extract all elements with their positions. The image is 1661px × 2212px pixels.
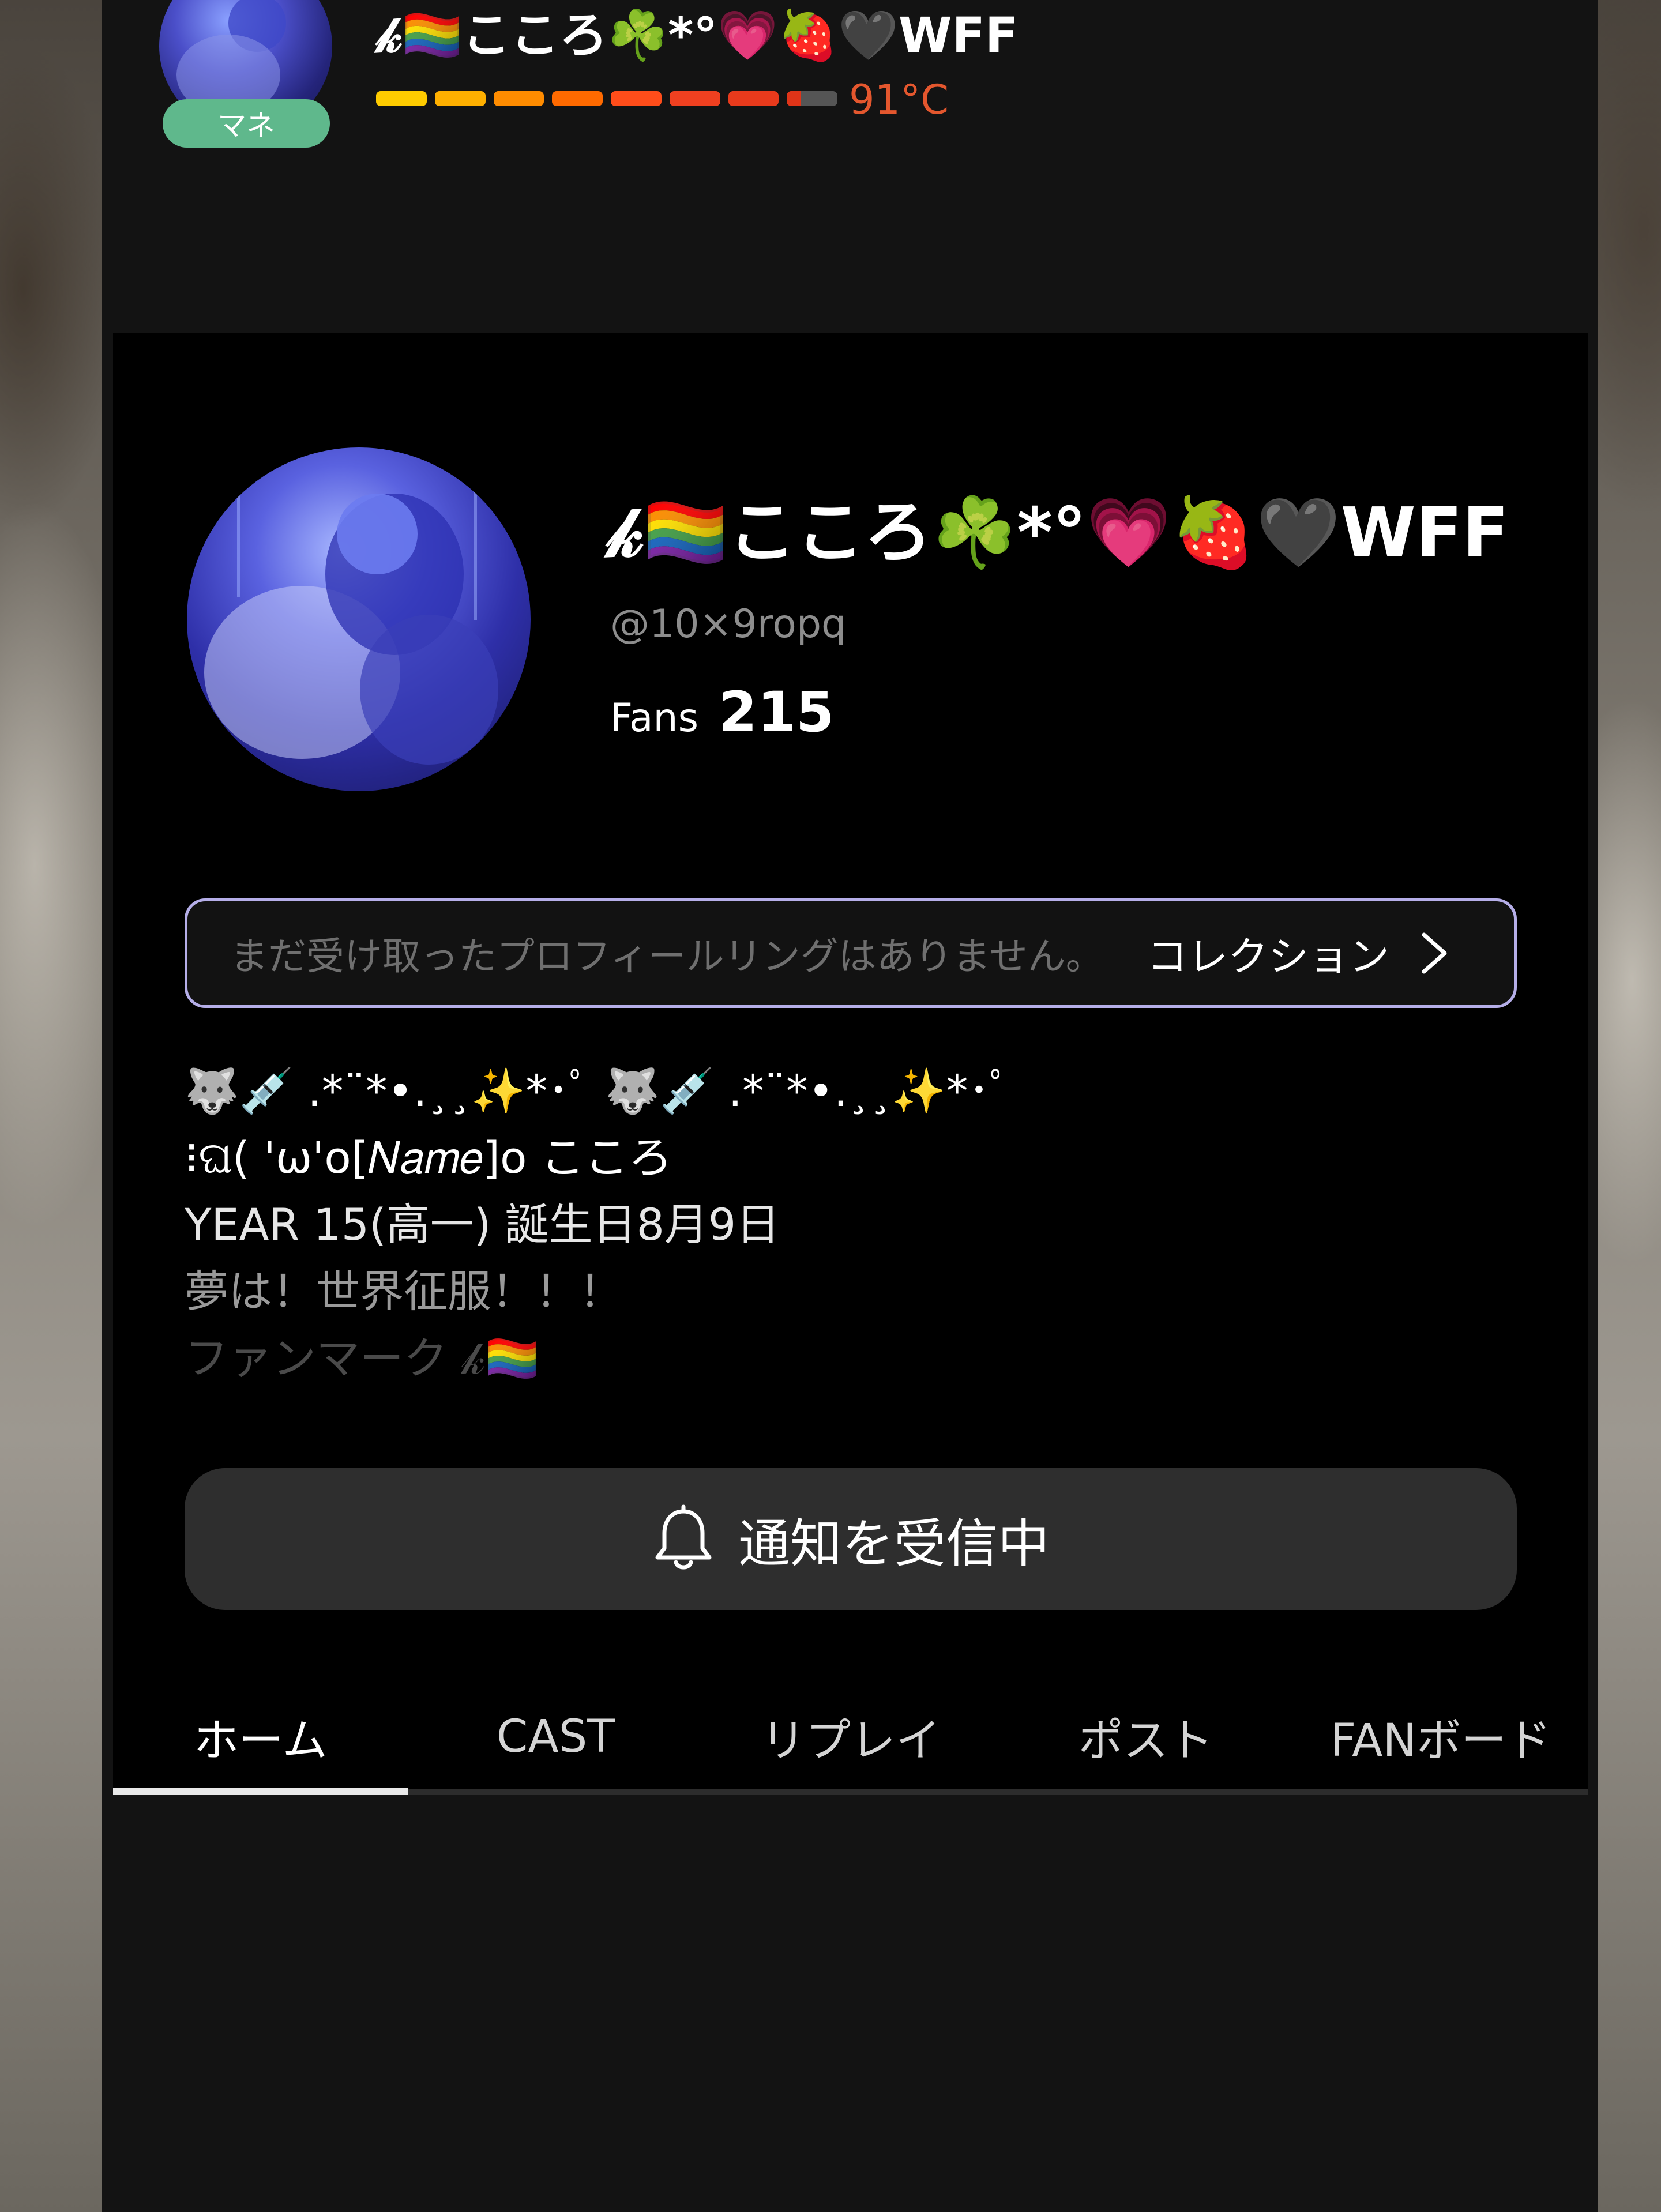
profile-panel: マネ 𝓀🏳️‍🌈こころ☘️*°💗🍓🖤WFF 91°C 𝓀🏳️‍🌈こころ☘️*°💗… xyxy=(102,0,1598,2212)
fans-count-row[interactable]: Fans 215 xyxy=(610,680,835,760)
fans-label: Fans xyxy=(610,695,699,741)
user-handle: @10×9ropq xyxy=(610,601,847,647)
heat-bar-segment xyxy=(376,91,427,106)
heat-bar-segment xyxy=(434,91,486,106)
notification-button[interactable]: 通知を受信中 xyxy=(185,1468,1517,1610)
tab-cast[interactable]: CAST xyxy=(408,1685,704,1789)
active-tab-indicator xyxy=(113,1788,408,1795)
role-badge: マネ xyxy=(163,99,330,148)
profile-tabs: ホーム CAST リプレイ ポスト FANボード xyxy=(113,1685,1588,1789)
bio-line: ファンマーク 𝓀🏳️‍🌈 xyxy=(185,1333,540,1384)
bio-line: ⁝ଘ( 'ω'o[𝑁𝑎𝑚𝑒]o こころ xyxy=(185,1132,672,1183)
heat-bar-segment xyxy=(552,91,603,106)
tab-fan-board[interactable]: FANボード xyxy=(1293,1685,1588,1789)
notification-button-label: 通知を受信中 xyxy=(738,1514,1050,1574)
tab-home[interactable]: ホーム xyxy=(113,1685,408,1789)
tab-replay[interactable]: リプレイ xyxy=(703,1685,998,1789)
heat-bar-segment xyxy=(728,91,779,106)
heat-bar-segment xyxy=(669,91,720,106)
chevron-right-icon xyxy=(1422,932,1447,974)
mini-header-name: 𝓀🏳️‍🌈こころ☘️*°💗🍓🖤WFF xyxy=(376,7,1019,63)
bell-icon xyxy=(655,1504,712,1570)
bio-line: 🐺💉 .*¨*•.¸¸✨*･ﾟ 🐺💉 .*¨*•.¸¸✨*･ﾟ xyxy=(185,1065,1012,1116)
mini-header: マネ 𝓀🏳️‍🌈こころ☘️*°💗🍓🖤WFF 91°C xyxy=(102,0,1598,323)
collection-link[interactable]: コレクション xyxy=(1147,924,1389,983)
fans-count: 215 xyxy=(719,680,835,744)
temperature-value: 91°C xyxy=(849,76,949,123)
heat-level-bar xyxy=(376,91,837,106)
heat-bar-segment xyxy=(787,91,837,106)
profile-ring-collection[interactable]: まだ受け取ったプロフィールリングはありません。 コレクション xyxy=(185,898,1517,1008)
heat-bar-segment xyxy=(611,91,662,106)
bio-line: 夢は！世界征服！！！ xyxy=(185,1266,623,1317)
heat-bar-segment xyxy=(493,91,544,106)
profile-card: 𝓀🏳️‍🌈こころ☘️*°💗🍓🖤WFF @10×9ropq Fans 215 まだ… xyxy=(113,333,1588,1795)
profile-bio: 🐺💉 .*¨*•.¸¸✨*･ﾟ 🐺💉 .*¨*•.¸¸✨*･ﾟ ⁝ଘ( 'ω'o… xyxy=(185,1058,1511,1392)
display-name: 𝓀🏳️‍🌈こころ☘️*°💗🍓🖤WFF xyxy=(607,492,1509,572)
bio-line: YEAR 15(高一) 誕生日8月9日 xyxy=(185,1199,780,1250)
tab-post[interactable]: ポスト xyxy=(998,1685,1294,1789)
avatar[interactable] xyxy=(187,447,531,791)
profile-ring-empty-text: まだ受け取ったプロフィールリングはありません。 xyxy=(230,934,1104,979)
